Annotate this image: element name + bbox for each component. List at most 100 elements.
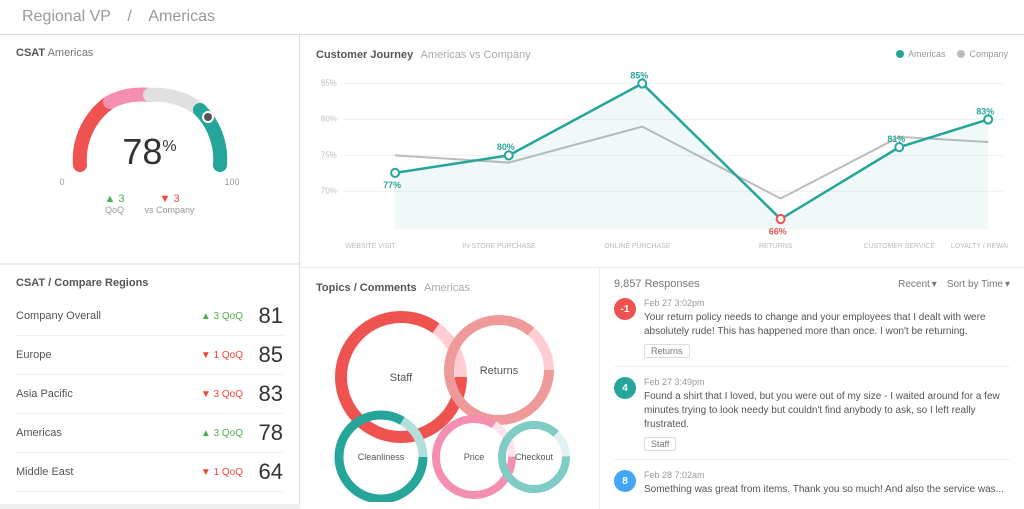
stat-company-label: vs Company xyxy=(145,205,195,215)
breadcrumb-separator: / xyxy=(127,8,131,25)
comment-text-3: Something was great from items. Thank yo… xyxy=(644,483,1010,497)
compare-score-4: 78 xyxy=(251,420,283,446)
compare-name-1: Company Overall xyxy=(16,310,201,322)
svg-text:Returns: Returns xyxy=(480,365,519,377)
comment-item-2: 4 Feb 27 3:49pm Found a shirt that I lov… xyxy=(614,377,1010,460)
comments-header: 9,857 Responses Recent ▾ Sort by Time ▾ xyxy=(614,278,1010,290)
gauge-value: 78% xyxy=(122,131,176,173)
svg-text:80%: 80% xyxy=(497,142,515,152)
comment-avatar-1: -1 xyxy=(614,298,636,320)
compare-row-5: Middle East ▼ 1 QoQ 64 xyxy=(16,453,283,492)
svg-text:66%: 66% xyxy=(769,226,787,236)
svg-text:LOYALTY / REWARDS: LOYALTY / REWARDS xyxy=(951,243,1008,250)
compare-title: CSAT / Compare Regions xyxy=(16,277,283,289)
svg-text:WEBSITE VISIT: WEBSITE VISIT xyxy=(345,243,396,250)
legend-company-label: Company xyxy=(969,49,1008,59)
compare-delta-2: ▼ 1 QoQ xyxy=(201,350,243,361)
svg-text:85%: 85% xyxy=(321,78,337,87)
legend-company-dot xyxy=(957,50,965,58)
comment-date-3: Feb 28 7:02am xyxy=(644,470,1010,480)
legend-americas: Americas xyxy=(896,49,946,59)
csat-label: CSAT xyxy=(16,47,45,59)
csat-region: Americas xyxy=(48,47,94,59)
comment-body-3: Feb 28 7:02am Something was great from i… xyxy=(644,470,1010,501)
svg-text:Staff: Staff xyxy=(390,372,413,384)
comment-tag-2[interactable]: Staff xyxy=(644,437,676,451)
journey-panel: Customer Journey Americas vs Company Ame… xyxy=(300,35,1024,268)
comment-item-3: 8 Feb 28 7:02am Something was great from… xyxy=(614,470,1010,509)
topics-header: Topics / Comments Americas xyxy=(316,280,583,294)
breadcrumb-parent: Regional VP xyxy=(22,8,111,25)
compare-name-2: Europe xyxy=(16,349,201,361)
comment-body-2: Feb 27 3:49pm Found a shirt that I loved… xyxy=(644,377,1010,451)
svg-text:Checkout: Checkout xyxy=(515,452,554,462)
compare-score-2: 85 xyxy=(251,342,283,368)
compare-row-2: Europe ▼ 1 QoQ 85 xyxy=(16,336,283,375)
compare-row-3: Asia Pacific ▼ 3 QoQ 83 xyxy=(16,375,283,414)
page-title: Regional VP / Americas xyxy=(16,8,221,26)
stat-qoq-value: ▲ 3 xyxy=(104,193,124,205)
gauge-stats: ▲ 3 QoQ ▼ 3 vs Company xyxy=(104,193,194,215)
sort-time-btn[interactable]: Sort by Time ▾ xyxy=(947,279,1010,290)
comment-date-1: Feb 27 3:02pm xyxy=(644,298,1010,308)
compare-row-4: Americas ▲ 3 QoQ 78 xyxy=(16,414,283,453)
journey-legend: Americas Company xyxy=(896,49,1008,59)
journey-subtitle: Americas vs Company xyxy=(421,49,531,61)
topics-region: Americas xyxy=(424,282,470,294)
svg-text:CUSTOMER SERVICE: CUSTOMER SERVICE xyxy=(863,243,935,250)
compare-delta-5: ▼ 1 QoQ xyxy=(201,467,243,478)
csat-top-section: CSAT Americas xyxy=(0,35,299,264)
comment-tag-1[interactable]: Returns xyxy=(644,344,690,358)
breadcrumb-current: Americas xyxy=(148,8,215,25)
page: Regional VP / Americas CSAT Americas xyxy=(0,0,1024,509)
compare-name-4: Americas xyxy=(16,427,201,439)
comment-text-1: Your return policy needs to change and y… xyxy=(644,311,1010,339)
chevron-down-icon: ▾ xyxy=(932,279,937,290)
comment-date-2: Feb 27 3:49pm xyxy=(644,377,1010,387)
comment-avatar-3: 8 xyxy=(614,470,636,492)
compare-row-1: Company Overall ▲ 3 QoQ 81 xyxy=(16,297,283,336)
journey-header: Customer Journey Americas vs Company Ame… xyxy=(316,47,1008,61)
journey-title-label: Customer Journey xyxy=(316,49,413,61)
gauge-wrapper: 78% xyxy=(60,75,240,175)
svg-text:85%: 85% xyxy=(630,70,648,80)
compare-score-5: 64 xyxy=(251,459,283,485)
chevron-down-icon-2: ▾ xyxy=(1005,279,1010,290)
topics-circles: Staff Returns Cleanliness xyxy=(316,302,576,502)
svg-text:Price: Price xyxy=(464,452,485,462)
comments-panel: 9,857 Responses Recent ▾ Sort by Time ▾ xyxy=(600,268,1024,509)
topics-title: Topics / Comments xyxy=(316,282,417,294)
stat-company-value: ▼ 3 xyxy=(160,193,180,205)
csat-compare-section: CSAT / Compare Regions Company Overall ▲… xyxy=(0,264,299,504)
svg-text:77%: 77% xyxy=(383,180,401,190)
svg-text:80%: 80% xyxy=(321,114,337,123)
svg-text:IN-STORE PURCHASE: IN-STORE PURCHASE xyxy=(462,243,536,250)
journey-title: Customer Journey Americas vs Company xyxy=(316,47,531,61)
svg-text:70%: 70% xyxy=(321,186,337,195)
header: Regional VP / Americas xyxy=(0,0,1024,35)
chart-area: 85% 80% 75% 70% xyxy=(316,65,1008,255)
svg-text:Cleanliness: Cleanliness xyxy=(358,452,405,462)
left-panel: CSAT Americas xyxy=(0,35,300,504)
csat-title: CSAT Americas xyxy=(16,47,283,59)
stat-qoq: ▲ 3 QoQ xyxy=(104,193,124,215)
sort-recent-btn[interactable]: Recent ▾ xyxy=(898,279,937,290)
svg-text:ONLINE PURCHASE: ONLINE PURCHASE xyxy=(604,243,670,250)
compare-delta-4: ▲ 3 QoQ xyxy=(201,428,243,439)
compare-delta-3: ▼ 3 QoQ xyxy=(201,389,243,400)
compare-name-3: Asia Pacific xyxy=(16,388,201,400)
stat-company: ▼ 3 vs Company xyxy=(145,193,195,215)
right-panel: Customer Journey Americas vs Company Ame… xyxy=(300,35,1024,504)
legend-americas-dot xyxy=(896,50,904,58)
responses-count: 9,857 Responses xyxy=(614,278,700,290)
svg-text:81%: 81% xyxy=(887,134,905,144)
main-content: CSAT Americas xyxy=(0,35,1024,504)
gauge-container: 78% 0 100 ▲ 3 QoQ ▼ 3 vs xyxy=(16,67,283,215)
sort-controls: Recent ▾ Sort by Time ▾ xyxy=(898,279,1010,290)
svg-text:75%: 75% xyxy=(321,150,337,159)
compare-delta-1: ▲ 3 QoQ xyxy=(201,311,243,322)
comment-avatar-2: 4 xyxy=(614,377,636,399)
compare-score-3: 83 xyxy=(251,381,283,407)
comment-item-1: -1 Feb 27 3:02pm Your return policy need… xyxy=(614,298,1010,367)
comment-text-2: Found a shirt that I loved, but you were… xyxy=(644,390,1010,432)
